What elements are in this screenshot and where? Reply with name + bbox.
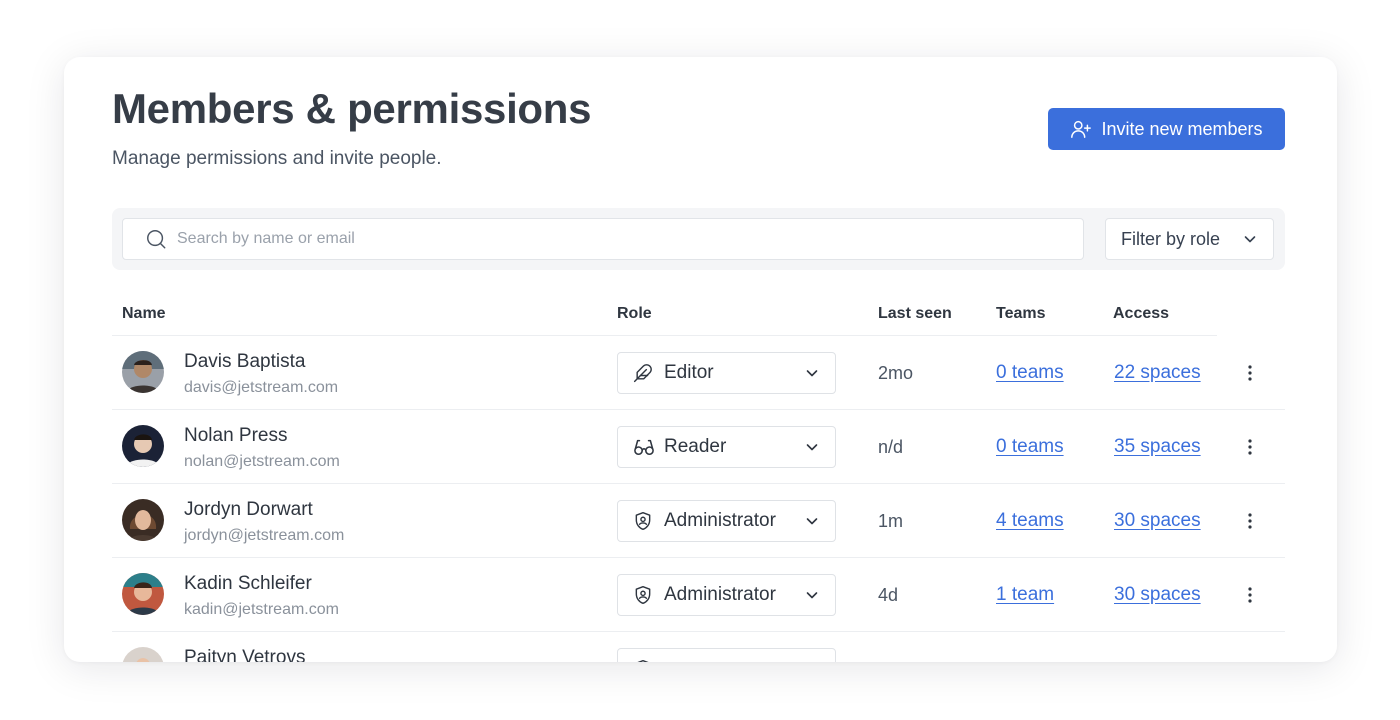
- access-link[interactable]: 30 spaces: [1114, 584, 1201, 606]
- search-icon: [145, 228, 167, 250]
- invite-button-label: Invite new members: [1101, 118, 1263, 139]
- column-header-teams: Teams: [996, 305, 1046, 322]
- teams-link[interactable]: 1 team: [996, 584, 1054, 606]
- chevron-down-icon: [806, 518, 818, 525]
- more-vertical-icon: [1248, 587, 1252, 603]
- column-header-last-seen: Last seen: [878, 305, 952, 322]
- table-row: Kadin Schleifer kadin@jetstream.com Admi…: [112, 558, 1285, 632]
- more-vertical-icon: [1248, 365, 1252, 381]
- avatar: [122, 499, 164, 541]
- filter-bar: Filter by role: [112, 208, 1285, 270]
- column-header-role: Role: [617, 305, 652, 322]
- more-options-button[interactable]: [1238, 435, 1262, 459]
- role-label: Administrator: [664, 510, 776, 531]
- role-select[interactable]: Reader: [617, 426, 836, 468]
- more-vertical-icon: [1248, 513, 1252, 529]
- role-select[interactable]: Administrator: [617, 500, 836, 542]
- more-options-button[interactable]: [1238, 583, 1262, 607]
- members-card: Members & permissions Manage permissions…: [64, 57, 1337, 662]
- invite-new-members-button[interactable]: Invite new members: [1048, 108, 1285, 150]
- more-options-button[interactable]: [1238, 509, 1262, 533]
- filter-by-role-dropdown[interactable]: Filter by role: [1105, 218, 1274, 260]
- last-seen: n/d: [878, 437, 904, 457]
- table-row: Nolan Press nolan@jetstream.com Reader n…: [112, 410, 1285, 484]
- column-header-name: Name: [122, 305, 166, 322]
- table-header: Name Role Last seen Teams Access: [112, 301, 1217, 336]
- avatar: [122, 647, 164, 662]
- avatar: [122, 425, 164, 467]
- member-email: jordyn@jetstream.com: [184, 527, 345, 544]
- member-name: Davis Baptista: [184, 351, 306, 372]
- feather-icon: [633, 363, 655, 383]
- table-row: Paityn Vetrovs: [112, 632, 1285, 662]
- access-link[interactable]: 35 spaces: [1114, 436, 1201, 458]
- member-name: Jordyn Dorwart: [184, 499, 313, 520]
- shield-icon: [633, 585, 655, 605]
- more-vertical-icon: [1248, 439, 1252, 455]
- table-row: Davis Baptista davis@jetstream.com Edito…: [112, 336, 1285, 410]
- member-name: Kadin Schleifer: [184, 573, 312, 594]
- shield-icon: [633, 511, 655, 531]
- member-email: kadin@jetstream.com: [184, 601, 339, 618]
- avatar: [122, 573, 164, 615]
- chevron-down-icon: [1244, 236, 1256, 243]
- role-label: Administrator: [664, 584, 776, 605]
- member-email: davis@jetstream.com: [184, 379, 339, 396]
- page-subtitle: Manage permissions and invite people.: [112, 148, 442, 169]
- teams-link[interactable]: 0 teams: [996, 362, 1064, 384]
- role-select[interactable]: [617, 648, 836, 662]
- role-label: Editor: [664, 362, 714, 383]
- member-email: nolan@jetstream.com: [184, 453, 340, 470]
- page-title: Members & permissions: [112, 85, 592, 132]
- chevron-down-icon: [806, 592, 818, 599]
- teams-link[interactable]: 4 teams: [996, 510, 1064, 532]
- filter-by-role-label: Filter by role: [1121, 228, 1221, 249]
- last-seen: 2mo: [878, 363, 914, 383]
- access-link[interactable]: 30 spaces: [1114, 510, 1201, 532]
- chevron-down-icon: [806, 444, 818, 451]
- avatar: [122, 351, 164, 393]
- role-select[interactable]: Editor: [617, 352, 836, 394]
- shield-icon: [633, 659, 655, 662]
- search-box[interactable]: [122, 218, 1084, 260]
- search-input[interactable]: [177, 230, 937, 248]
- column-header-access: Access: [1113, 305, 1170, 322]
- members-table: Davis Baptista davis@jetstream.com Edito…: [112, 336, 1285, 662]
- role-label: Reader: [664, 436, 727, 457]
- role-select[interactable]: Administrator: [617, 574, 836, 616]
- member-name: Paityn Vetrovs: [184, 647, 306, 662]
- user-plus-icon: [1071, 120, 1092, 138]
- more-options-button[interactable]: [1238, 361, 1262, 385]
- last-seen: 4d: [878, 585, 899, 605]
- access-link[interactable]: 22 spaces: [1114, 362, 1201, 384]
- last-seen: 1m: [878, 511, 904, 531]
- teams-link[interactable]: 0 teams: [996, 436, 1064, 458]
- glasses-icon: [633, 437, 655, 457]
- table-row: Jordyn Dorwart jordyn@jetstream.com Admi…: [112, 484, 1285, 558]
- chevron-down-icon: [806, 370, 818, 377]
- member-name: Nolan Press: [184, 425, 288, 446]
